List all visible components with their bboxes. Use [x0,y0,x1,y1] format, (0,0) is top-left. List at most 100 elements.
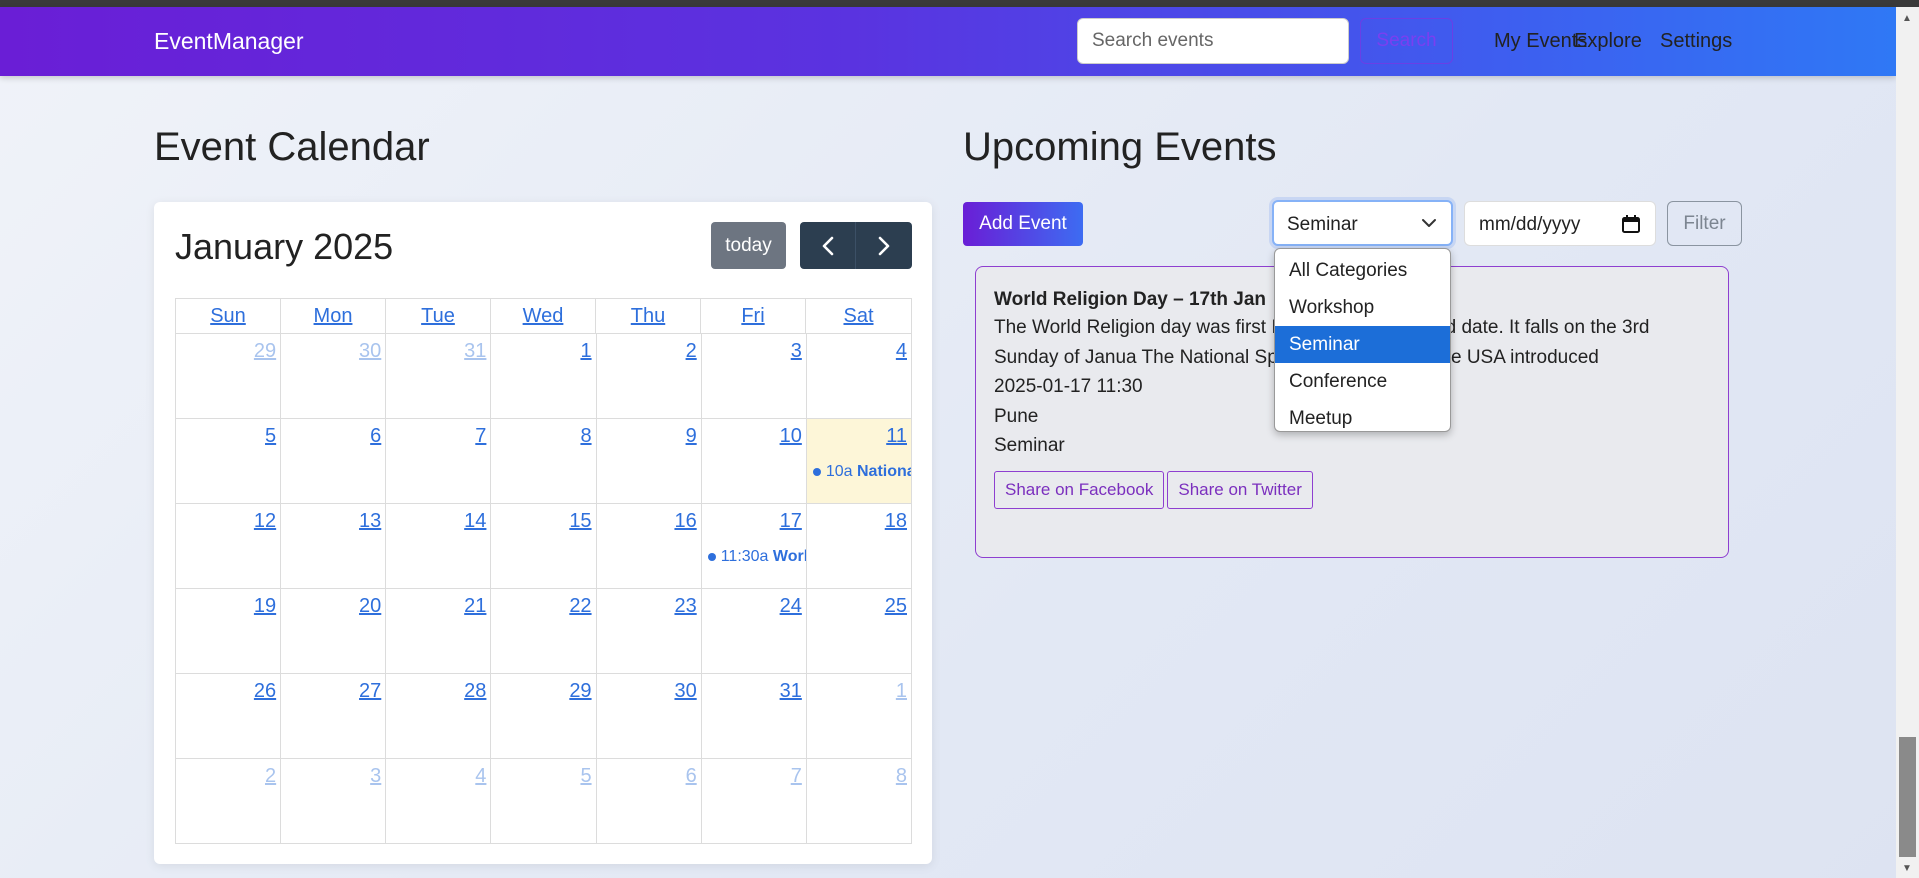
day-number-link[interactable]: 9 [686,425,697,448]
calendar-day[interactable]: 7 [386,419,492,504]
date-filter-input[interactable]: mm/dd/yyyy [1464,201,1656,246]
day-number-link[interactable]: 13 [359,510,381,533]
day-number-link[interactable]: 3 [791,340,802,363]
day-number-link[interactable]: 15 [569,510,591,533]
calendar-day[interactable]: 26 [176,674,282,759]
calendar-day[interactable]: 13 [281,504,387,589]
day-number-link[interactable]: 31 [780,680,802,703]
day-number-link[interactable]: 8 [580,425,591,448]
day-number-link[interactable]: 8 [896,765,907,788]
calendar-day[interactable]: 1 [806,674,912,759]
calendar-day[interactable]: 16 [596,504,702,589]
calendar-event[interactable]: 10a National [812,463,911,481]
calendar-day[interactable]: 30 [596,674,702,759]
calendar-day[interactable]: 3 [701,334,807,419]
search-button[interactable]: Search [1360,18,1453,64]
prev-month-button[interactable] [800,222,856,269]
day-number-link[interactable]: 11 [886,425,907,448]
calendar-day[interactable]: 9 [596,419,702,504]
calendar-day[interactable]: 4 [806,334,912,419]
day-number-link[interactable]: 1 [580,340,591,363]
day-number-link[interactable]: 10 [780,425,802,448]
calendar-day[interactable]: 30 [281,334,387,419]
calendar-day[interactable]: 23 [596,589,702,674]
today-button[interactable]: today [711,222,786,269]
search-input[interactable] [1077,18,1349,64]
day-number-link[interactable]: 4 [475,765,486,788]
calendar-day[interactable]: 31 [701,674,807,759]
calendar-day[interactable]: 25 [806,589,912,674]
weekday-header[interactable]: Sun [176,299,281,333]
category-select[interactable]: Seminar [1272,200,1453,246]
calendar-day[interactable]: 20 [281,589,387,674]
brand-logo[interactable]: EventManager [154,28,304,55]
add-event-button[interactable]: Add Event [963,202,1083,246]
day-number-link[interactable]: 2 [265,765,276,788]
calendar-day-today[interactable]: 11 10a National [806,419,912,504]
weekday-header[interactable]: Sat [806,299,911,333]
calendar-day[interactable]: 19 [176,589,282,674]
day-number-link[interactable]: 14 [464,510,486,533]
calendar-day[interactable]: 18 [806,504,912,589]
calendar-day[interactable]: 31 [386,334,492,419]
weekday-header[interactable]: Fri [701,299,806,333]
calendar-day[interactable]: 29 [491,674,597,759]
calendar-day[interactable]: 12 [176,504,282,589]
scrollbar-thumb[interactable] [1899,737,1916,857]
category-option-conference[interactable]: Conference [1275,363,1450,400]
calendar-day[interactable]: 2 [596,334,702,419]
calendar-event[interactable]: 11:30a World [707,548,806,566]
weekday-header[interactable]: Mon [281,299,386,333]
calendar-day[interactable]: 4 [386,759,492,844]
day-number-link[interactable]: 21 [464,595,486,618]
day-number-link[interactable]: 16 [674,510,696,533]
day-number-link[interactable]: 26 [254,680,276,703]
nav-link-settings[interactable]: Settings [1660,30,1732,53]
share-twitter-button[interactable]: Share on Twitter [1167,470,1313,509]
weekday-header[interactable]: Thu [596,299,701,333]
day-number-link[interactable]: 29 [569,680,591,703]
day-number-link[interactable]: 12 [254,510,276,533]
day-number-link[interactable]: 19 [254,595,276,618]
calendar-icon[interactable] [1621,214,1641,234]
next-month-button[interactable] [856,222,912,269]
calendar-day[interactable]: 17 11:30a World [701,504,807,589]
calendar-day[interactable]: 22 [491,589,597,674]
calendar-day[interactable]: 2 [176,759,282,844]
day-number-link[interactable]: 29 [254,340,276,363]
day-number-link[interactable]: 31 [464,340,486,363]
category-option-meetup[interactable]: Meetup [1275,400,1450,437]
filter-button[interactable]: Filter [1667,201,1742,246]
day-number-link[interactable]: 6 [686,765,697,788]
day-number-link[interactable]: 5 [580,765,591,788]
calendar-day[interactable]: 15 [491,504,597,589]
calendar-day[interactable]: 10 [701,419,807,504]
calendar-day[interactable]: 5 [176,419,282,504]
calendar-day[interactable]: 27 [281,674,387,759]
calendar-day[interactable]: 29 [176,334,282,419]
calendar-day[interactable]: 28 [386,674,492,759]
day-number-link[interactable]: 3 [370,765,381,788]
day-number-link[interactable]: 20 [359,595,381,618]
scroll-up-arrow-icon[interactable]: ▲ [1902,13,1912,24]
day-number-link[interactable]: 24 [780,595,802,618]
day-number-link[interactable]: 30 [674,680,696,703]
day-number-link[interactable]: 30 [359,340,381,363]
calendar-day[interactable]: 3 [281,759,387,844]
calendar-day[interactable]: 1 [491,334,597,419]
category-option-seminar[interactable]: Seminar [1275,326,1450,363]
calendar-day[interactable]: 5 [491,759,597,844]
day-number-link[interactable]: 22 [569,595,591,618]
share-facebook-button[interactable]: Share on Facebook [994,470,1165,509]
scroll-down-arrow-icon[interactable]: ▼ [1902,863,1912,874]
weekday-header[interactable]: Wed [491,299,596,333]
day-number-link[interactable]: 25 [885,595,907,618]
day-number-link[interactable]: 7 [475,425,486,448]
calendar-day[interactable]: 6 [596,759,702,844]
category-option-all[interactable]: All Categories [1275,252,1450,289]
weekday-header[interactable]: Tue [386,299,491,333]
day-number-link[interactable]: 6 [370,425,381,448]
calendar-day[interactable]: 8 [491,419,597,504]
day-number-link[interactable]: 23 [674,595,696,618]
category-option-workshop[interactable]: Workshop [1275,289,1450,326]
